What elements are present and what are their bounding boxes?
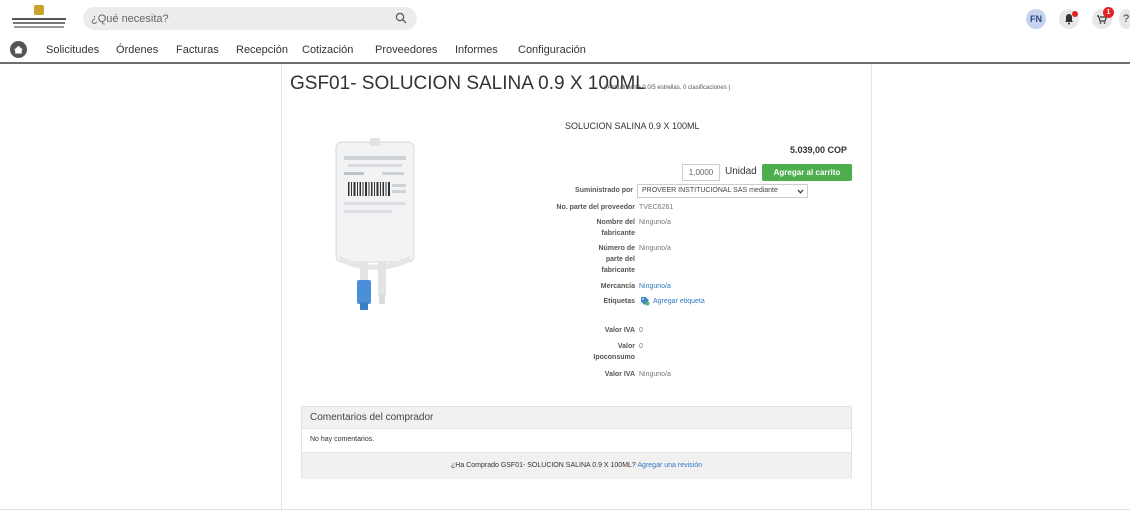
nav-item-ordenes[interactable]: Órdenes: [116, 44, 158, 56]
iva2-value: Ninguno/a: [639, 371, 671, 378]
top-bar: FN 1 ?: [0, 0, 1130, 38]
nav-item-informes[interactable]: Informes: [455, 44, 498, 56]
add-to-cart-button[interactable]: Agregar al carrito: [762, 164, 852, 181]
comments-title: Comentarios del comprador: [310, 412, 434, 423]
product-title: GSF01- SOLUCION SALINA 0.9 X 100ML: [290, 73, 646, 94]
nav-item-configuracion[interactable]: Configuración: [518, 44, 586, 56]
notifications-button[interactable]: [1059, 9, 1079, 29]
agency-logo[interactable]: [10, 5, 68, 33]
ipoconsumo-value: 0: [639, 343, 643, 350]
product-price: 5.039,00 COP: [790, 145, 848, 155]
cart-count-badge: 1: [1103, 7, 1114, 18]
nav-item-solicitudes[interactable]: Solicitudes: [46, 44, 99, 56]
merchandise-label: Mercancía: [600, 283, 635, 290]
tags-label: Etiquetas: [603, 298, 635, 305]
supplier-select[interactable]: PROVEER INSTITUCIONAL SAS mediante: [637, 184, 808, 198]
iva-label: Valor IVA: [604, 327, 635, 334]
manufacturer-part-value: Ninguno/a: [639, 245, 671, 252]
nav-item-cotizacion[interactable]: Cotización: [302, 44, 353, 56]
review-prompt: ¿Ha Comprado GSF01- SOLUCION SALINA 0.9 …: [451, 462, 636, 469]
comments-header: Comentarios del comprador: [302, 407, 851, 429]
tag-icon[interactable]: [640, 296, 650, 306]
nav-item-proveedores[interactable]: Proveedores: [375, 44, 437, 56]
manufacturer-value: Ninguno/a: [639, 219, 671, 226]
manufacturer-part-label: Número de parte del fabricante: [598, 245, 635, 274]
iva-value: 0: [639, 327, 643, 334]
supplier-select-value: PROVEER INSTITUCIONAL SAS mediante: [642, 187, 778, 194]
product-subtitle: SOLUCION SALINA 0.9 X 100ML: [565, 121, 700, 131]
notification-dot: [1072, 11, 1078, 17]
supplier-part-value: TVEC6261: [639, 204, 674, 211]
manufacturer-label: Nombre del fabricante: [596, 219, 635, 237]
add-review-link[interactable]: Agregar una revisión: [637, 462, 702, 469]
chevron-down-icon: [797, 189, 804, 194]
unit-label: Unidad: [725, 166, 757, 177]
user-avatar[interactable]: FN: [1026, 9, 1046, 29]
cart-button[interactable]: 1: [1092, 7, 1114, 29]
home-icon[interactable]: [10, 41, 27, 58]
search-bar: [83, 7, 417, 30]
search-icon[interactable]: [395, 12, 407, 24]
help-button[interactable]: ?: [1119, 9, 1130, 29]
buyer-comments-box: Comentarios del comprador No hay comenta…: [301, 406, 852, 479]
product-image[interactable]: [330, 138, 420, 333]
quantity-input[interactable]: [682, 164, 720, 181]
no-comments-text: No hay comentarios.: [310, 436, 375, 443]
supplied-by-label: Suministrado por: [575, 187, 633, 194]
add-tag-link[interactable]: Agregar etiqueta: [653, 296, 705, 307]
rating-summary[interactable]: ( Actualmente 0.0/5 estrellas. 0 clasifi…: [604, 85, 730, 91]
nav-item-facturas[interactable]: Facturas: [176, 44, 219, 56]
coat-of-arms-icon: [34, 5, 44, 15]
merchandise-link[interactable]: Ninguno/a: [639, 281, 671, 292]
comments-footer: ¿Ha Comprado GSF01- SOLUCION SALINA 0.9 …: [302, 452, 851, 479]
ipoconsumo-label: Valor Ipoconsumo: [593, 343, 635, 361]
nav-item-recepcion[interactable]: Recepción: [236, 44, 288, 56]
main-nav: Solicitudes Órdenes Facturas Recepción C…: [0, 38, 1130, 61]
search-input[interactable]: [91, 10, 381, 27]
supplier-part-label: No. parte del proveedor: [556, 204, 635, 211]
iva2-label: Valor IVA: [604, 371, 635, 378]
